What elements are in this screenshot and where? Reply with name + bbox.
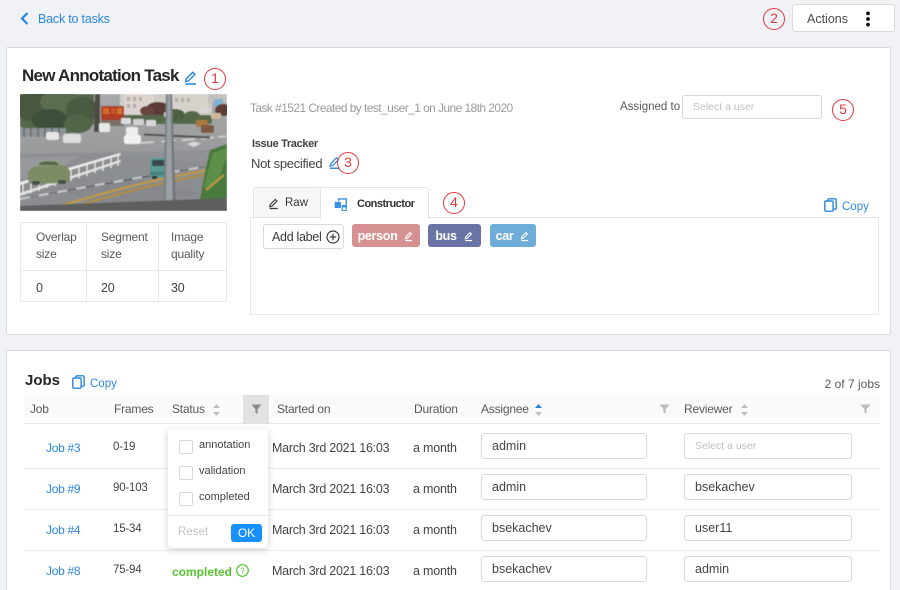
svg-text:?: ? xyxy=(240,566,245,575)
